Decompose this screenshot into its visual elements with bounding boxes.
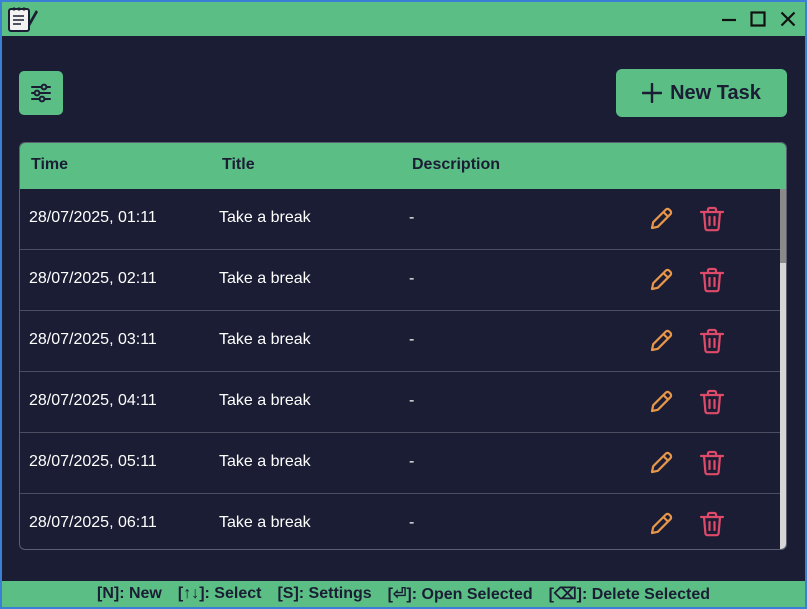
- app-window: New Task Time Title Description 28/07/20…: [0, 0, 807, 609]
- pencil-icon[interactable]: [647, 205, 675, 233]
- cell-description: -: [409, 453, 415, 470]
- cell-description: -: [409, 331, 415, 348]
- cell-description: -: [409, 270, 415, 287]
- table-header: Time Title Description: [20, 143, 786, 189]
- trash-icon[interactable]: [698, 449, 726, 477]
- pencil-icon[interactable]: [647, 266, 675, 294]
- cell-time: 28/07/2025, 05:11: [29, 453, 157, 470]
- cell-title: Take a break: [219, 392, 311, 409]
- trash-icon[interactable]: [698, 327, 726, 355]
- header-time: Time: [31, 156, 69, 173]
- hint-open: [⏎]: Open Selected: [387, 586, 533, 603]
- hint-select: [↑↓]: Select: [177, 585, 262, 602]
- title-bar[interactable]: [2, 2, 805, 36]
- table-row[interactable]: 28/07/2025, 06:11 Take a break -: [20, 494, 780, 549]
- cell-description: -: [409, 392, 415, 409]
- cell-title: Take a break: [219, 453, 311, 470]
- table-body: 28/07/2025, 01:11 Take a break -28/07/2025…: [20, 189, 780, 549]
- cell-title: Take a break: [219, 331, 311, 348]
- new-task-button[interactable]: New Task: [616, 69, 787, 117]
- hint-delete: [⌫]: Delete Selected: [548, 586, 710, 603]
- notepad-icon: [8, 7, 38, 32]
- filter-button[interactable]: [19, 71, 63, 115]
- cell-time: 28/07/2025, 02:11: [29, 270, 157, 287]
- hint-new: [N]: New: [96, 585, 162, 602]
- table-row[interactable]: 28/07/2025, 01:11 Take a break -: [20, 189, 780, 250]
- pencil-icon[interactable]: [647, 388, 675, 416]
- pencil-icon[interactable]: [647, 449, 675, 477]
- pencil-icon[interactable]: [647, 510, 675, 538]
- cell-time: 28/07/2025, 04:11: [29, 392, 157, 409]
- hint-settings: [S]: Settings: [277, 585, 372, 602]
- trash-icon[interactable]: [698, 266, 726, 294]
- cell-time: 28/07/2025, 01:11: [29, 209, 157, 226]
- scrollbar-thumb[interactable]: [780, 189, 786, 263]
- table-row[interactable]: 28/07/2025, 03:11 Take a break -: [20, 311, 780, 372]
- cell-title: Take a break: [219, 514, 311, 531]
- cell-description: -: [409, 209, 415, 226]
- pencil-icon[interactable]: [647, 327, 675, 355]
- trash-icon[interactable]: [698, 205, 726, 233]
- header-title: Title: [222, 156, 255, 173]
- table-row[interactable]: 28/07/2025, 05:11 Take a break -: [20, 433, 780, 494]
- table-scrollbar[interactable]: [780, 189, 786, 549]
- maximize-button[interactable]: [744, 5, 772, 33]
- cell-time: 28/07/2025, 03:11: [29, 331, 157, 348]
- table-row[interactable]: 28/07/2025, 02:11 Take a break -: [20, 250, 780, 311]
- close-button[interactable]: [774, 5, 802, 33]
- cell-description: -: [409, 514, 415, 531]
- cell-title: Take a break: [219, 270, 311, 287]
- minimize-button[interactable]: [715, 5, 743, 33]
- close-icon: [780, 11, 796, 27]
- cell-time: 28/07/2025, 06:11: [29, 514, 157, 531]
- maximize-icon: [750, 11, 766, 27]
- sliders-icon: [31, 83, 51, 103]
- plus-icon: [642, 83, 663, 103]
- status-bar: [N]: New [↑↓]: Select [S]: Settings [⏎]:…: [2, 581, 805, 607]
- table-row[interactable]: 28/07/2025, 04:11 Take a break -: [20, 372, 780, 433]
- trash-icon[interactable]: [698, 510, 726, 538]
- task-table: Time Title Description 28/07/2025, 01:11…: [19, 142, 787, 550]
- cell-title: Take a break: [219, 209, 311, 226]
- new-task-label: New Task: [670, 81, 761, 104]
- trash-icon[interactable]: [698, 388, 726, 416]
- header-description: Description: [412, 156, 501, 173]
- minimize-icon: [722, 18, 736, 22]
